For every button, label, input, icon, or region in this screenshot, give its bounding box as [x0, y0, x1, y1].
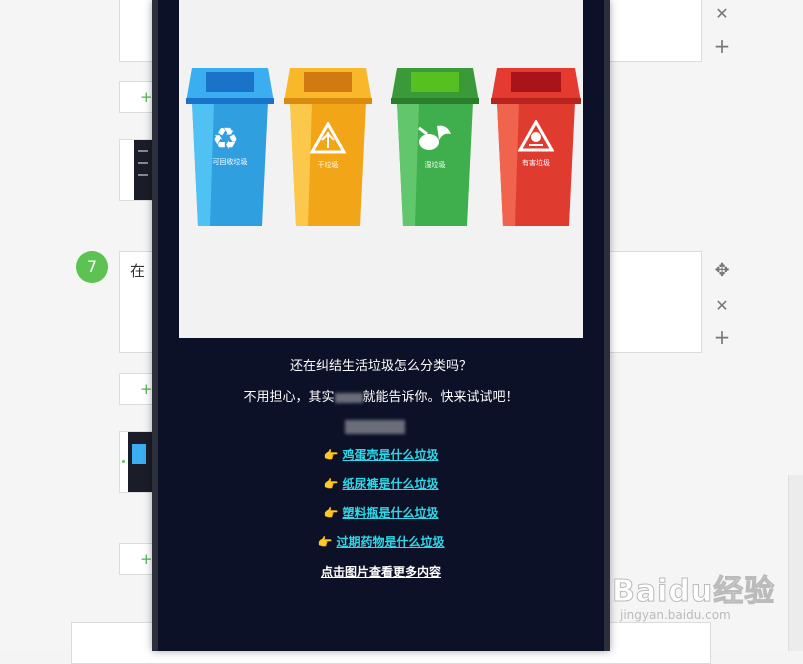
add-label: +	[140, 380, 153, 398]
bins-illustration-panel: ♻ 可回收垃圾 干垃圾 湿垃圾 有害垃圾	[179, 0, 583, 338]
link-expired-medicine[interactable]: 👉 过期药物是什么垃圾	[158, 533, 604, 550]
hazard-icon	[518, 120, 554, 152]
right-scroll-strip	[788, 475, 803, 651]
wet-waste-icon	[418, 125, 451, 150]
dry-waste-icon	[310, 122, 346, 154]
step-7-badge: 7	[76, 251, 108, 283]
intro-line-2-start: 不用担心，其实	[243, 390, 335, 405]
baidu-jingyan-watermark: Baidu经验 jingyan.baidu.com	[611, 566, 776, 623]
add-label: +	[140, 88, 153, 106]
blurred-text	[334, 392, 363, 403]
intro-line-2: 不用担心，其实 就能告诉你。快来试试吧！	[158, 386, 604, 405]
add-after-step-6-icon[interactable]: +	[713, 36, 731, 56]
recyclable-bin-label: 可回收垃圾	[212, 158, 248, 166]
step-7-text: 在	[130, 262, 146, 280]
link-diaper[interactable]: 👉 纸尿裤是什么垃圾	[158, 475, 604, 492]
pointing-hand-icon: 👉	[317, 535, 333, 549]
hazardous-bin-label: 有害垃圾	[522, 159, 550, 167]
preview-frame-left	[152, 0, 158, 651]
pointing-hand-icon: 👉	[323, 506, 339, 520]
link-text: 纸尿裤是什么垃圾	[342, 477, 439, 491]
link-text: 鸡蛋壳是什么垃圾	[342, 448, 439, 462]
link-eggshell[interactable]: 👉 鸡蛋壳是什么垃圾	[158, 446, 604, 463]
recyclable-bin: ♻ 可回收垃圾	[184, 60, 276, 234]
add-after-step-7-icon[interactable]: +	[713, 327, 731, 347]
intro-line-2-end: 就能告诉你。快来试试吧！	[362, 390, 519, 405]
link-plastic-bottle[interactable]: 👉 塑料瓶是什么垃圾	[158, 504, 604, 521]
step-7-image-thumbnail[interactable]	[119, 431, 154, 493]
add-label: +	[140, 550, 153, 568]
blurred-name	[345, 420, 405, 434]
pointing-hand-icon: 👉	[323, 448, 339, 462]
watermark-url: jingyan.baidu.com	[620, 608, 731, 622]
dry-waste-bin: 干垃圾	[282, 60, 374, 234]
move-step-7-icon[interactable]: ✥	[713, 262, 731, 280]
link-text: 塑料瓶是什么垃圾	[342, 506, 439, 520]
watermark-logo: Baidu经验	[611, 574, 776, 610]
wet-waste-bin: 湿垃圾	[389, 60, 481, 234]
dry-waste-bin-label: 干垃圾	[317, 161, 339, 169]
intro-line-1: 还在纠结生活垃圾怎么分类吗？	[289, 359, 472, 374]
hazardous-bin: 有害垃圾	[489, 60, 583, 234]
step-6-image-thumbnail[interactable]	[119, 139, 154, 201]
delete-step-7-icon[interactable]: ✕	[713, 297, 731, 315]
pointing-hand-icon: 👉	[323, 477, 339, 491]
preview-frame-right	[604, 0, 610, 651]
link-text: 过期药物是什么垃圾	[336, 535, 445, 549]
delete-step-6-icon[interactable]: ✕	[713, 5, 731, 23]
recycle-icon: ♻	[212, 122, 239, 157]
view-more-link[interactable]: 点击图片查看更多内容	[158, 563, 604, 580]
wet-waste-bin-label: 湿垃圾	[424, 161, 446, 169]
